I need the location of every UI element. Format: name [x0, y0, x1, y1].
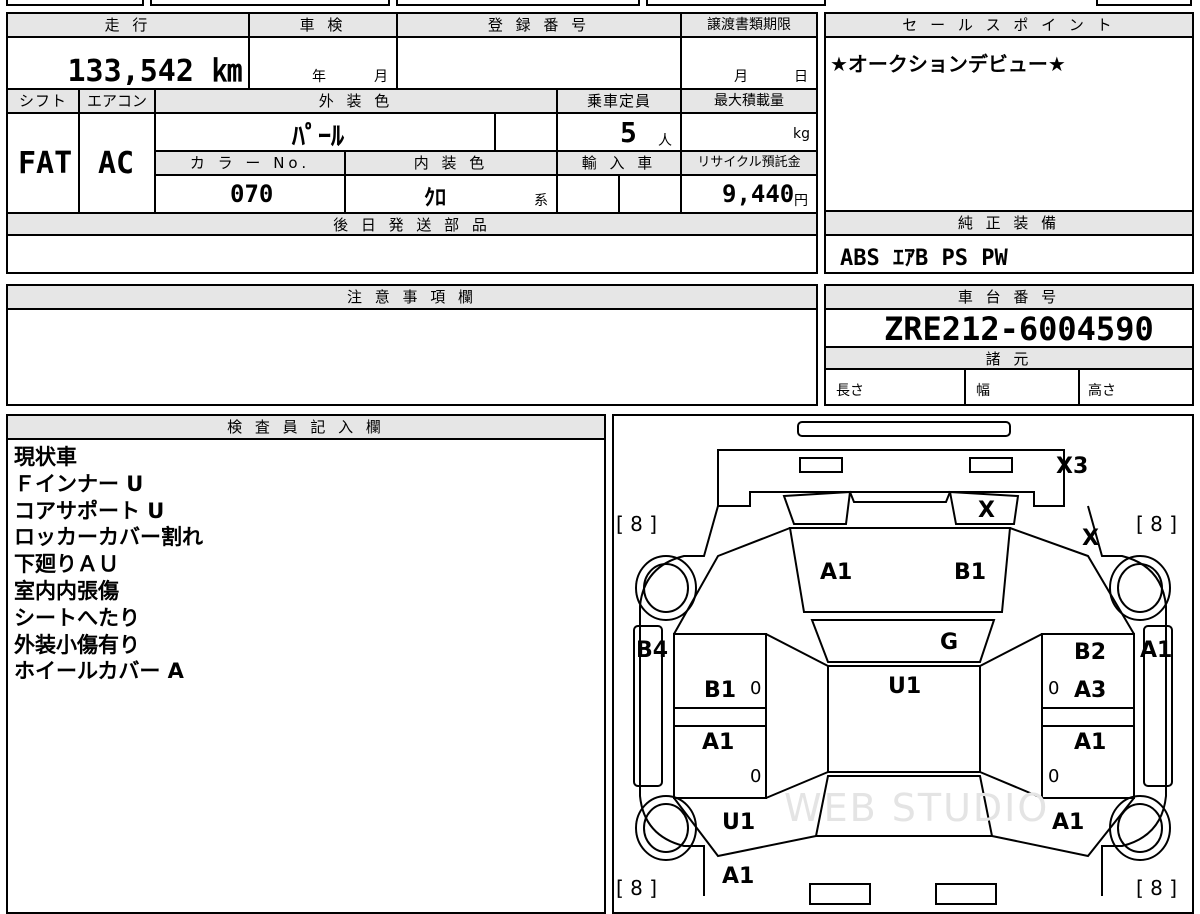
door-fr-mark: B2	[1074, 640, 1107, 665]
capacity-label: 乗車定員	[558, 90, 682, 114]
sales-point-box: セ ー ル ス ポ イ ン ト ★オークションデビュー★	[824, 12, 1194, 212]
tire-rl-label: [ 8 ]	[616, 876, 658, 900]
inspector-line: ロッカーカバー割れ	[14, 525, 203, 550]
capacity-value: 5	[620, 116, 637, 149]
capacity-unit: 人	[658, 133, 672, 149]
rear-bottom-left-mark: A1	[722, 864, 755, 889]
watermark: WEB STUDIO	[784, 786, 1050, 830]
genuine-equipment-box: 純 正 装 備 ABS ｴｱB PS PW	[824, 212, 1194, 274]
interior-color-label: 内 装 色	[346, 152, 558, 176]
fender-right-mark: A1	[1140, 638, 1173, 663]
shaken-year-label: 年	[312, 69, 326, 85]
spec-length-label: 長さ	[836, 383, 864, 399]
spec-height-label: 高さ	[1088, 383, 1116, 399]
import-label: 輸 入 車	[558, 152, 682, 176]
car-diagram: WEB STUDIO [ 8 ] [ 8 ] [ 8 ] [ 8 ] X3 X …	[612, 414, 1194, 914]
inspector-line: 下廻りＡＵ	[14, 552, 119, 577]
interior-color-value: ｸﾛ	[424, 186, 447, 211]
tire-rr-label: [ 8 ]	[1136, 876, 1178, 900]
shift-label: シフト	[8, 90, 80, 114]
vehicle-info-table: 走 行 車 検 登 録 番 号 譲渡書類期限 133,542 ㎞ 年 月 月 日…	[6, 12, 818, 274]
door-rl-zero: 0	[750, 766, 762, 787]
door-fr2-mark: A3	[1074, 678, 1107, 703]
windshield-mark: G	[940, 630, 959, 655]
door-rr-mark: A1	[1074, 730, 1107, 755]
registration-value	[398, 38, 682, 90]
chassis-label: 車 台 番 号	[826, 286, 1192, 310]
recycle-value: 9,440	[722, 180, 795, 208]
genuine-equipment-label: 純 正 装 備	[826, 212, 1192, 236]
hood-left-mark: A1	[820, 560, 853, 585]
roof-mark: U1	[888, 674, 922, 699]
genuine-equipment-value: ABS ｴｱB PS PW	[840, 246, 1008, 271]
color-no-label: カ ラ ー No.	[156, 152, 346, 176]
sales-point-label: セ ー ル ス ポ イ ン ト	[826, 14, 1192, 38]
fender-left-mark: B4	[636, 638, 669, 663]
transfer-month-label: 月	[734, 69, 748, 85]
bumper-mark: X3	[1056, 454, 1089, 479]
spec-width-label: 幅	[976, 383, 990, 399]
transfer-day-label: 日	[794, 69, 808, 85]
color-no-value: 070	[230, 180, 274, 208]
exterior-color-label: 外 装 色	[156, 90, 558, 114]
tire-fl-label: [ 8 ]	[616, 512, 658, 536]
shaken-month-label: 月	[374, 69, 388, 85]
door-fl-zero: 0	[750, 678, 762, 699]
recycle-unit: 円	[794, 193, 808, 209]
inspector-line: コアサポート U	[14, 498, 165, 523]
inspector-line: シートへたり	[14, 605, 140, 630]
notes-box: 注 意 事 項 欄	[6, 284, 818, 406]
door-fr-zero: 0	[1048, 678, 1060, 699]
tire-fr-label: [ 8 ]	[1136, 512, 1178, 536]
rear-left-mark: U1	[722, 810, 756, 835]
transfer-deadline-label: 譲渡書類期限	[682, 14, 816, 38]
door-rr-zero: 0	[1048, 766, 1060, 787]
sales-point-text: ★オークションデビュー★	[830, 52, 1066, 76]
aircon-value: AC	[98, 146, 135, 181]
inspector-line: 外装小傷有り	[14, 632, 140, 657]
later-parts-label: 後 日 発 送 部 品	[8, 212, 816, 236]
inspector-line: 現状車	[14, 445, 77, 469]
max-load-label: 最大積載量	[682, 90, 816, 114]
grille-mark: X	[978, 498, 995, 523]
fender-x-mark: X	[1082, 526, 1099, 551]
shaken-label: 車 検	[250, 14, 398, 38]
notes-label: 注 意 事 項 欄	[8, 286, 816, 310]
chassis-value: ZRE212-6004590	[884, 310, 1154, 348]
top-strip	[0, 0, 1200, 8]
inspector-line: 室内内張傷	[14, 578, 119, 603]
mileage-value: 133,542 ㎞	[67, 54, 243, 89]
max-load-unit: kg	[793, 126, 810, 142]
exterior-color-extra	[496, 114, 558, 152]
inspector-label: 検 査 員 記 入 欄	[8, 416, 604, 440]
interior-color-unit: 系	[534, 193, 548, 209]
inspector-line: ホイールカバー A	[14, 659, 184, 684]
registration-label: 登 録 番 号	[398, 14, 682, 38]
inspector-line: Ｆインナー U	[14, 471, 144, 496]
recycle-label: リサイクル預託金	[682, 152, 816, 176]
rear-right-mark: A1	[1052, 810, 1085, 835]
specs-label: 諸 元	[826, 346, 1192, 370]
door-rl-mark: A1	[702, 730, 735, 755]
exterior-color-value: ﾊﾟｰﾙ	[292, 122, 345, 152]
mileage-label: 走 行	[8, 14, 250, 38]
inspector-lines: 現状車 Ｆインナー U コアサポート U ロッカーカバー割れ 下廻りＡＵ 室内内…	[14, 444, 203, 685]
hood-right-mark: B1	[954, 560, 987, 585]
door-fl-mark: B1	[704, 678, 737, 703]
aircon-label: エアコン	[80, 90, 156, 114]
shift-value: FAT	[18, 146, 73, 181]
inspector-box: 検 査 員 記 入 欄 現状車 Ｆインナー U コアサポート U ロッカーカバー…	[6, 414, 606, 914]
chassis-box: 車 台 番 号 ZRE212-6004590 諸 元 長さ 幅 高さ	[824, 284, 1194, 406]
